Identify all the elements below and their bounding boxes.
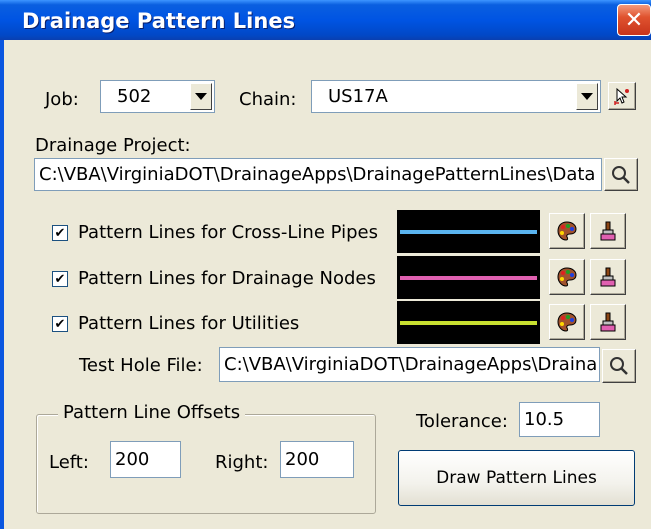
paintbrush-icon bbox=[600, 221, 616, 241]
close-button[interactable]: ✕ bbox=[617, 4, 651, 36]
check-icon: ✔ bbox=[54, 225, 66, 241]
tolerance-input[interactable]: 10.5 bbox=[519, 402, 600, 437]
test-hole-label: Test Hole File: bbox=[79, 355, 203, 376]
chain-label: Chain: bbox=[239, 89, 297, 110]
tolerance-label: Tolerance: bbox=[416, 411, 508, 432]
test-hole-path-field[interactable]: C:\VBA\VirginiaDOT\DrainageApps\Draina bbox=[219, 347, 600, 382]
check-icon: ✔ bbox=[54, 271, 66, 287]
offsets-group-title: Pattern Line Offsets bbox=[58, 402, 246, 423]
job-label: Job: bbox=[45, 89, 79, 110]
job-combobox[interactable]: 502 bbox=[100, 80, 215, 113]
pick-chain-button[interactable] bbox=[608, 82, 636, 110]
palette-icon bbox=[557, 312, 577, 332]
drainage-nodes-style-button[interactable] bbox=[590, 259, 626, 295]
left-offset-input[interactable]: 200 bbox=[110, 441, 181, 478]
utilities-swatch bbox=[397, 301, 540, 344]
chain-combobox[interactable]: US17A bbox=[311, 80, 601, 113]
chevron-down-icon[interactable] bbox=[190, 83, 212, 110]
drainage-nodes-label: Pattern Lines for Drainage Nodes bbox=[78, 268, 376, 289]
swatch-line bbox=[400, 275, 537, 280]
left-offset-value: 200 bbox=[115, 449, 150, 470]
paintbrush-icon bbox=[600, 312, 616, 332]
browse-project-button[interactable] bbox=[604, 158, 638, 191]
draw-pattern-lines-label: Draw Pattern Lines bbox=[436, 468, 597, 488]
chain-value: US17A bbox=[328, 86, 388, 107]
drainage-project-path-field[interactable]: C:\VBA\VirginiaDOT\DrainageApps\Drainage… bbox=[34, 158, 602, 191]
cross-line-pipes-color-button[interactable] bbox=[549, 213, 585, 249]
cross-line-pipes-checkbox[interactable]: ✔ bbox=[52, 225, 68, 241]
window-title: Drainage Pattern Lines bbox=[22, 9, 296, 33]
drainage-nodes-color-button[interactable] bbox=[549, 259, 585, 295]
palette-icon bbox=[557, 221, 577, 241]
search-icon bbox=[610, 357, 628, 375]
drainage-nodes-swatch bbox=[397, 256, 540, 299]
utilities-label: Pattern Lines for Utilities bbox=[78, 313, 300, 334]
draw-pattern-lines-button[interactable]: Draw Pattern Lines bbox=[398, 450, 635, 506]
left-offset-label: Left: bbox=[49, 452, 89, 473]
swatch-line bbox=[400, 229, 537, 234]
right-offset-input[interactable]: 200 bbox=[280, 441, 354, 478]
job-value: 502 bbox=[117, 86, 152, 107]
palette-icon bbox=[557, 267, 577, 287]
search-icon bbox=[612, 165, 630, 184]
swatch-line bbox=[400, 320, 537, 325]
right-offset-label: Right: bbox=[215, 452, 269, 473]
utilities-checkbox[interactable]: ✔ bbox=[52, 316, 68, 332]
right-offset-value: 200 bbox=[285, 449, 320, 470]
dialog-window: Drainage Pattern Lines ✕ Job: 502 Chain:… bbox=[0, 0, 651, 529]
test-hole-path: C:\VBA\VirginiaDOT\DrainageApps\Draina bbox=[224, 354, 598, 375]
tolerance-value: 10.5 bbox=[524, 409, 565, 430]
drainage-project-path: C:\VBA\VirginiaDOT\DrainageApps\Drainage… bbox=[39, 164, 596, 185]
cross-line-pipes-swatch bbox=[397, 210, 540, 253]
paintbrush-icon bbox=[600, 267, 616, 287]
chevron-down-icon[interactable] bbox=[576, 83, 598, 110]
check-icon: ✔ bbox=[54, 316, 66, 332]
close-icon: ✕ bbox=[624, 7, 644, 33]
drainage-nodes-checkbox[interactable]: ✔ bbox=[52, 271, 68, 287]
pointer-select-icon bbox=[614, 87, 629, 105]
utilities-color-button[interactable] bbox=[549, 304, 585, 340]
cross-line-pipes-label: Pattern Lines for Cross-Line Pipes bbox=[78, 222, 378, 243]
cross-line-pipes-style-button[interactable] bbox=[590, 213, 626, 249]
title-bar[interactable]: Drainage Pattern Lines ✕ bbox=[0, 0, 651, 40]
dialog-body: Job: 502 Chain: US17A Drainage Project: … bbox=[4, 40, 651, 529]
browse-test-hole-button[interactable] bbox=[602, 349, 636, 383]
utilities-style-button[interactable] bbox=[590, 304, 626, 340]
drainage-project-label: Drainage Project: bbox=[35, 135, 191, 156]
